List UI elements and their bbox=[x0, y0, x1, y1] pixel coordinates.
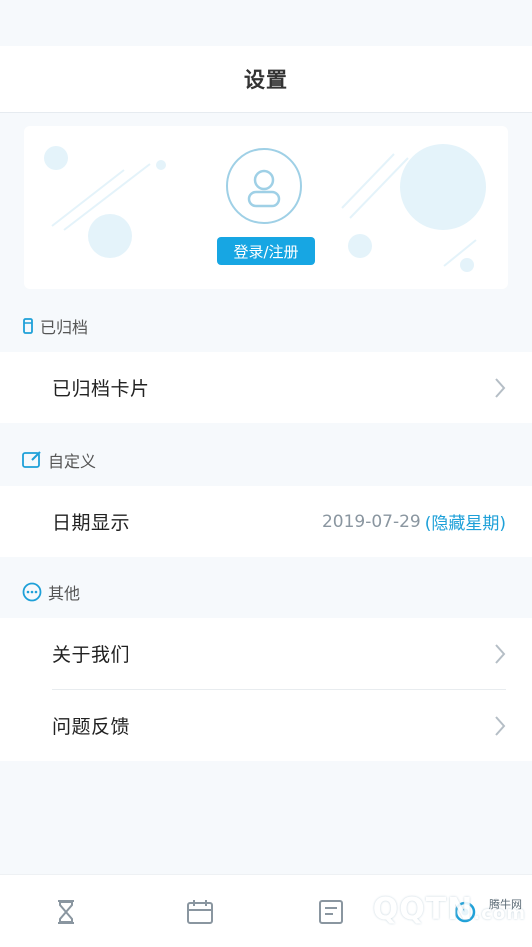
header: 设置 bbox=[0, 46, 532, 113]
chevron-right-icon bbox=[495, 643, 506, 664]
avatar[interactable] bbox=[226, 148, 302, 224]
group-custom: 日期显示 2019-07-29 (隐藏星期) bbox=[0, 486, 532, 557]
group-other: 关于我们 问题反馈 bbox=[0, 618, 532, 761]
date-format-note: (隐藏星期) bbox=[424, 514, 506, 534]
section-label: 自定义 bbox=[48, 452, 97, 471]
chevron-right-icon bbox=[495, 377, 506, 398]
row-label: 日期显示 bbox=[52, 512, 131, 534]
calendar-icon[interactable] bbox=[185, 897, 215, 927]
row-feedback[interactable]: 问题反馈 bbox=[52, 689, 506, 761]
section-other: 其他 bbox=[0, 568, 532, 616]
section-label: 已归档 bbox=[40, 318, 89, 337]
row-archived-cards[interactable]: 已归档卡片 bbox=[52, 352, 506, 423]
row-label: 已归档卡片 bbox=[52, 378, 150, 400]
page-title: 设置 bbox=[244, 68, 288, 92]
note-icon[interactable] bbox=[316, 897, 346, 927]
section-custom: 自定义 bbox=[0, 436, 532, 484]
edit-icon bbox=[22, 451, 42, 469]
user-icon bbox=[247, 169, 281, 208]
chevron-right-icon bbox=[495, 715, 506, 736]
profile-card: 登录/注册 bbox=[24, 126, 508, 289]
section-label: 其他 bbox=[48, 584, 81, 603]
archive-icon bbox=[22, 318, 34, 334]
status-bar bbox=[0, 0, 532, 46]
group-archived: 已归档卡片 bbox=[0, 352, 532, 423]
date-value: 2019-07-29 bbox=[321, 511, 421, 532]
watermark-site-name: 腾牛网 bbox=[489, 898, 522, 911]
section-archived: 已归档 bbox=[0, 302, 532, 350]
row-label: 问题反馈 bbox=[52, 716, 131, 738]
row-about-us[interactable]: 关于我们 bbox=[52, 618, 506, 689]
more-icon bbox=[22, 582, 42, 602]
row-label: 关于我们 bbox=[52, 644, 131, 666]
hourglass-icon[interactable] bbox=[51, 897, 81, 927]
row-date-display[interactable]: 日期显示 2019-07-29 (隐藏星期) bbox=[52, 486, 506, 557]
login-register-button[interactable]: 登录/注册 bbox=[217, 237, 315, 265]
